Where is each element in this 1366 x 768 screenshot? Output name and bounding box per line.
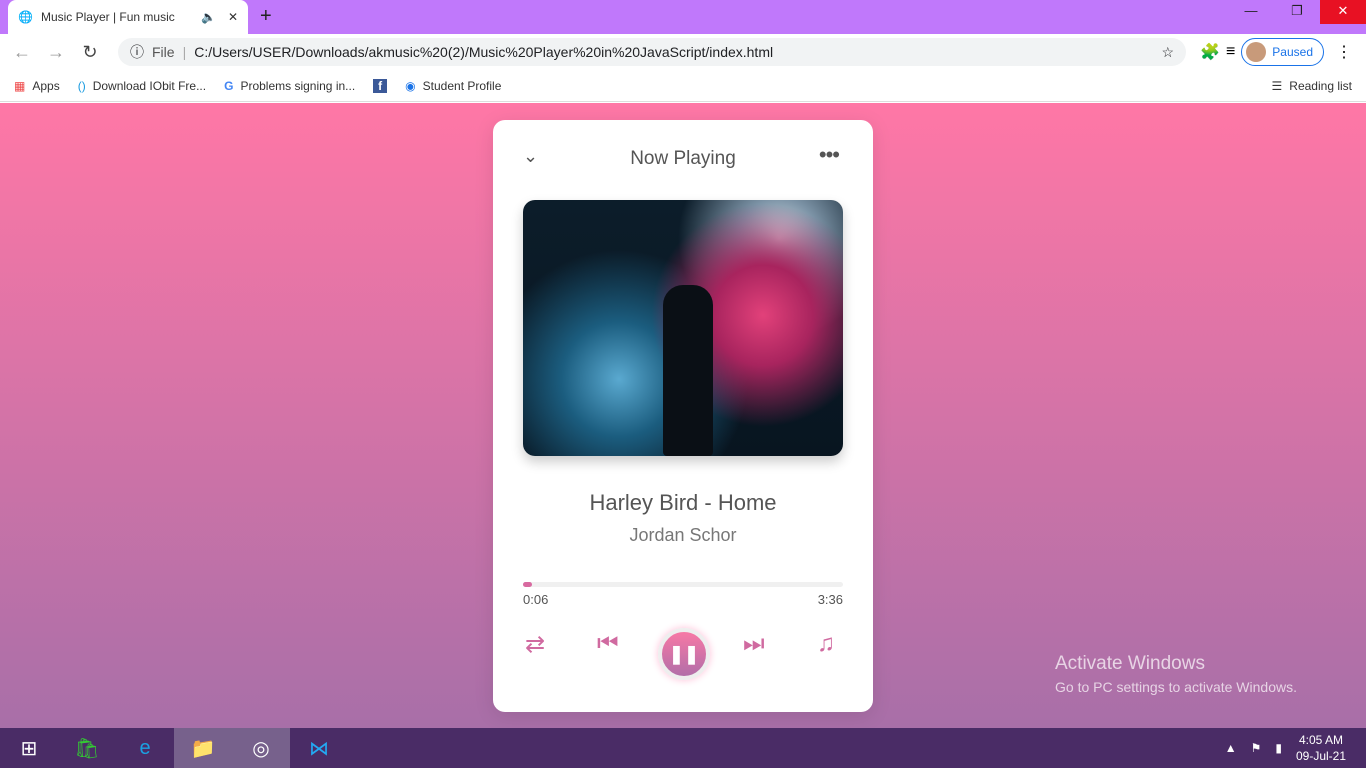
activate-windows-watermark: Activate Windows Go to PC settings to ac… (1055, 653, 1297, 695)
forward-icon[interactable]: → (42, 42, 70, 63)
bookmark-google[interactable]: G Problems signing in... (224, 79, 355, 93)
player-header: Now Playing (630, 148, 736, 169)
bookmark-label: Student Profile (422, 78, 502, 93)
extensions-icon[interactable]: 🧩 (1200, 42, 1220, 62)
apps-grid-icon: ▦ (14, 78, 26, 93)
globe-icon: 🌐 (18, 10, 33, 24)
menu-icon[interactable]: ⋮ (1330, 42, 1358, 62)
chrome-icon[interactable]: ◎ (232, 728, 290, 768)
close-tab-icon[interactable]: ✕ (228, 10, 238, 24)
bookmark-apps[interactable]: ▦ Apps (14, 79, 60, 93)
google-icon: G (224, 78, 234, 93)
performer-silhouette (663, 285, 713, 456)
star-icon[interactable]: ☆ (1161, 44, 1174, 61)
reading-list[interactable]: ☰ Reading list (1272, 79, 1352, 93)
action-center-flag-icon[interactable]: ⚑ (1251, 741, 1262, 755)
file-explorer-icon[interactable]: 📁 (174, 728, 232, 768)
previous-icon[interactable]: ⏮ (597, 630, 619, 658)
duration: 3:36 (817, 592, 843, 607)
shield-icon: ◉ (405, 78, 416, 93)
restore-button[interactable]: ❐ (1274, 0, 1320, 24)
pause-button[interactable]: ❚❚ (658, 628, 710, 680)
media-control-icon[interactable]: ≡ (1226, 43, 1235, 61)
song-artist: Jordan Schor (629, 525, 737, 545)
tab-title: Music Player | Fun music (40, 10, 175, 24)
vscode-icon[interactable]: ⋈ (290, 728, 348, 768)
watermark-title: Activate Windows (1055, 653, 1205, 674)
tab-strip: 🌐 Music Player | Fun music 🔈 ✕ + — ❐ ✕ (0, 0, 1366, 34)
clock[interactable]: 4:05 AM 09-Jul-21 (1296, 732, 1346, 764)
clock-time: 4:05 AM (1298, 733, 1343, 747)
profile-status: Paused (1272, 45, 1313, 59)
store-icon[interactable]: 🛍 (58, 728, 116, 768)
reading-list-icon: ☰ (1271, 78, 1283, 93)
pause-icon: ❚❚ (668, 644, 700, 664)
avatar (1246, 42, 1267, 62)
close-window-button[interactable]: ✕ (1320, 0, 1366, 24)
more-options-icon[interactable]: ••• (819, 142, 840, 168)
playlist-icon[interactable]: ♫ (817, 630, 835, 658)
next-icon[interactable]: ⏭ (743, 630, 765, 658)
divider: | (182, 44, 187, 60)
music-player-card: ⌄ Now Playing ••• Harley Bird - Home Jor… (493, 120, 873, 712)
progress-bar[interactable] (523, 582, 843, 587)
bookmark-label: Problems signing in... (240, 78, 356, 93)
song-title: Harley Bird - Home (589, 490, 777, 515)
reading-list-label: Reading list (1289, 78, 1352, 93)
start-icon[interactable]: ⊞ (0, 728, 58, 768)
info-icon[interactable]: ⓘ (130, 42, 144, 62)
bookmark-label: Apps (32, 78, 60, 93)
bookmark-facebook[interactable]: f (373, 78, 388, 93)
bookmark-iobit[interactable]: () Download IObit Fre... (78, 79, 206, 93)
bookmark-label: Download IObit Fre... (92, 78, 207, 93)
speaker-icon[interactable]: 🔈 (201, 10, 216, 24)
internet-explorer-icon[interactable]: e (116, 728, 174, 768)
current-time: 0:06 (523, 592, 549, 607)
url-scheme: File (152, 44, 175, 60)
album-art (523, 200, 843, 456)
progress-fill (523, 582, 532, 587)
clock-date: 09-Jul-21 (1295, 749, 1346, 763)
browser-tab[interactable]: 🌐 Music Player | Fun music 🔈 ✕ (8, 0, 248, 34)
page-background: ⌄ Now Playing ••• Harley Bird - Home Jor… (0, 103, 1366, 728)
browser-toolbar: ← → ↻ ⓘ File | C:/Users/USER/Downloads/a… (0, 34, 1366, 70)
watermark-subtitle: Go to PC settings to activate Windows. (1055, 679, 1297, 695)
facebook-icon: f (373, 78, 388, 93)
new-tab-button[interactable]: + (260, 5, 272, 28)
minimize-button[interactable]: — (1228, 0, 1274, 24)
bookmark-student-profile[interactable]: ◉ Student Profile (405, 79, 501, 93)
url-text[interactable]: C:/Users/USER/Downloads/akmusic%20(2)/Mu… (194, 44, 1153, 60)
bookmarks-bar: ▦ Apps () Download IObit Fre... G Problems … (0, 70, 1366, 102)
profile-button[interactable]: Paused (1241, 38, 1324, 66)
repeat-icon[interactable]: ⇄ (525, 630, 545, 659)
taskbar: ⊞ 🛍 e 📁 ◎ ⋈ ▲ ⚑ ▮ 4:05 AM 09-Jul-21 (0, 728, 1366, 768)
back-icon[interactable]: ← (8, 42, 36, 63)
iobit-icon: () (77, 78, 86, 93)
battery-icon[interactable]: ▮ (1275, 741, 1282, 755)
address-bar[interactable]: ⓘ File | C:/Users/USER/Downloads/akmusic… (118, 38, 1187, 66)
reload-icon[interactable]: ↻ (76, 42, 104, 63)
show-hidden-icons[interactable]: ▲ (1225, 741, 1237, 755)
